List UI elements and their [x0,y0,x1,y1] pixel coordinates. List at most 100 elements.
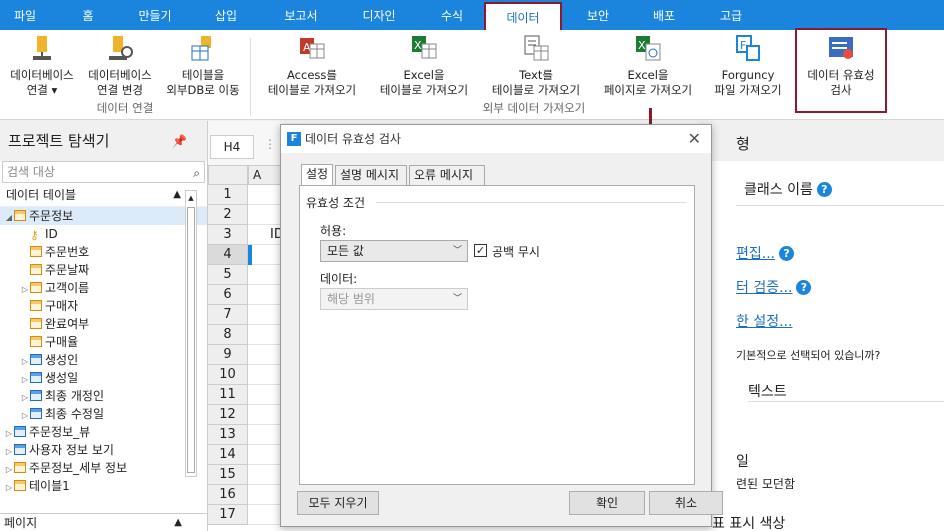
tree-item[interactable]: 구매자 [0,297,207,315]
cell-reference-box[interactable]: H4 [210,135,254,159]
tree-item[interactable]: ▷ 사용자 정보 보기 [0,441,207,459]
tree-item-label: 사용자 정보 보기 [29,443,114,457]
tree-item[interactable]: ▷ 테이블1 [0,477,207,495]
style-value[interactable]: 련된 모던함 [736,475,795,492]
scroll-thumb[interactable] [187,207,195,473]
row-header[interactable]: 8 [208,325,248,345]
row-header[interactable]: 4 [208,245,248,265]
help-icon[interactable]: ? [779,246,795,261]
tree-item[interactable]: ▷ 생성인 [0,351,207,369]
excel-page-import-button[interactable]: X Excel을 페이지로 가져오기 [596,34,700,98]
ignore-blank-label[interactable]: 공백 무시 [492,243,540,260]
tree-item[interactable]: 주문번호 [0,243,207,261]
database-icon [28,34,56,64]
tree-item-label: 테이블1 [29,479,70,493]
row-header[interactable]: 14 [208,445,248,465]
tree-item[interactable]: ▷ 최종 개정인 [0,387,207,405]
tab-create[interactable]: 만들기 [128,0,182,30]
row-header[interactable]: 15 [208,465,248,485]
search-icon[interactable]: ⌕ [193,163,200,183]
tree-item[interactable]: ▷ 생성일 [0,369,207,387]
tab-advanced[interactable]: 고급 [708,0,754,30]
tree-item[interactable]: ◢ 주문정보 [0,207,207,225]
tree-item[interactable]: ▷ 주문정보_뷰 [0,423,207,441]
row-header[interactable]: 13 [208,425,248,445]
selected-cell-marker [248,245,252,265]
tree-item[interactable]: ▷ 고객이름 [0,279,207,297]
access-import-button[interactable]: A Access를 테이블로 가져오기 [258,34,366,98]
tree-item[interactable]: 구매율 [0,333,207,351]
row-header[interactable]: 7 [208,305,248,325]
tab-report[interactable]: 보고서 [272,0,330,30]
text-import-button[interactable]: Text를 테이블로 가져오기 [484,34,588,98]
dialog-titlebar[interactable]: F 데이터 유효성 검사 ✕ [281,125,711,153]
row-header[interactable]: 9 [208,345,248,365]
edit-link[interactable]: 편집...? [736,243,795,263]
tab-insert[interactable]: 삽입 [204,0,248,30]
forguncy-import-button[interactable]: F Forguncy 파일 가져오기 [706,34,790,98]
search-input[interactable]: 검색 대상 ⌕ [2,161,205,183]
table-move-button[interactable]: 테이블을 외부DB로 이동 [160,34,246,98]
section-header-tables[interactable]: 데이터 테이블 ▲ [0,183,207,207]
ignore-blank-checkbox[interactable]: ✓ [474,244,487,257]
ok-button[interactable]: 확인 [569,491,645,515]
row-header[interactable]: 16 [208,485,248,505]
row-header[interactable]: 12 [208,405,248,425]
section-header-pages[interactable]: 페이지 ▲ [0,513,208,531]
collapsed-arrow-icon[interactable]: ▷ [4,479,14,497]
row-header[interactable]: 1 [208,185,248,205]
excel-import-button[interactable]: X Excel을 테이블로 가져오기 [372,34,476,98]
tree-item-label: 생성일 [45,371,79,385]
row-header[interactable]: 2 [208,205,248,225]
row-header[interactable]: 17 [208,505,248,525]
row-header[interactable]: 11 [208,385,248,405]
tree-item-label: 완료여부 [45,317,90,331]
tab-error-message[interactable]: 오류 메시지 [409,165,485,185]
tree-item[interactable]: 완료여부 [0,315,207,333]
settings-link[interactable]: 한 설정... [736,311,792,331]
app-icon: F [287,132,301,146]
row-header[interactable]: 6 [208,285,248,305]
properties-panel: 형 클래스 이름? 편집...? 터 검증...? 한 설정... 기본적으로 … [700,121,944,531]
tab-settings[interactable]: 설정 [301,164,333,186]
tab-input-message[interactable]: 설명 메시지 [335,165,407,185]
pin-icon[interactable]: 📌 [172,121,187,161]
tab-formula[interactable]: 수식 [430,0,474,30]
table-export-icon [189,34,217,64]
tree-item[interactable]: ▷ 최종 수정일 [0,405,207,423]
allow-select[interactable]: 모든 값 ﹀ [320,240,468,262]
help-icon[interactable]: ? [816,182,832,197]
tree-item-label: 구매율 [45,335,79,349]
tree-item-label: 구매자 [45,299,79,313]
close-icon[interactable]: ✕ [688,125,701,153]
group-divider [376,202,686,203]
tree-item[interactable]: ⚷ ID [0,225,207,243]
tab-file[interactable]: 파일 [2,0,48,30]
select-all-corner[interactable] [208,165,248,185]
text-file-icon [522,34,550,64]
row-header[interactable]: 5 [208,265,248,285]
text-option-label[interactable]: 텍스트 [748,381,787,401]
row-header[interactable]: 3 [208,225,248,245]
tab-design[interactable]: 디자인 [350,0,408,30]
validate-link[interactable]: 터 검증...? [736,277,812,297]
tree-item-label: 주문정보_뷰 [29,425,91,439]
help-icon[interactable]: ? [796,280,812,295]
tab-home[interactable]: 홈 [68,0,108,30]
row-header[interactable]: 10 [208,365,248,385]
chevron-up-icon[interactable]: ▲ [174,514,182,531]
tree-item[interactable]: ▷ 주문정보_세부 정보 [0,459,207,477]
table-icon [14,462,26,473]
tree-item[interactable]: 주문날짜 [0,261,207,279]
cancel-button[interactable]: 취소 [649,491,723,515]
db-change-button[interactable]: 데이터베이스 연결 변경 [82,34,158,98]
column-icon [30,318,42,329]
svg-text:X: X [638,39,646,52]
chevron-up-icon[interactable]: ▲ [173,183,181,207]
tab-deploy[interactable]: 배포 [642,0,686,30]
clear-all-button[interactable]: 모두 지우기 [297,491,379,515]
scroll-up-icon[interactable]: ▲ [186,191,196,205]
explorer-scrollbar[interactable]: ▲ [185,190,197,477]
db-connect-button[interactable]: 데이터베이스 연결 ▾ [4,34,80,98]
tab-security[interactable]: 보안 [576,0,620,30]
